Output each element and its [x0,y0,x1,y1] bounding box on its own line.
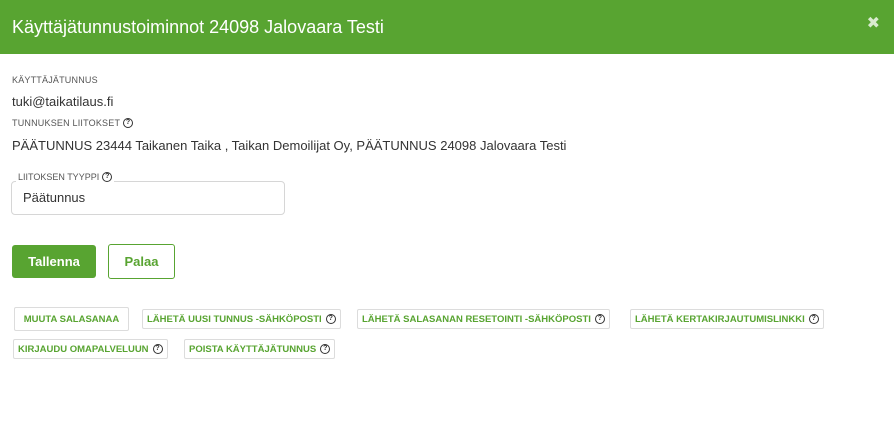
username-label: KÄYTTÄJÄTUNNUS [12,75,98,85]
help-icon[interactable]: ? [808,314,819,324]
delete-account-label: POISTA KÄYTTÄJÄTUNNUS [189,343,317,355]
close-icon[interactable]: ✖ [867,14,880,34]
help-icon[interactable]: ? [152,344,163,354]
link-type-label-text: LIITOKSEN TYYPPI [18,172,100,182]
delete-account-button[interactable]: POISTA KÄYTTÄJÄTUNNUS ? [184,339,336,359]
help-icon[interactable]: ? [123,118,134,128]
links-value: PÄÄTUNNUS 23444 Taikanen Taika , Taikan … [12,138,567,153]
help-icon[interactable]: ? [325,314,336,324]
help-icon[interactable]: ? [102,172,113,182]
username-value: tuki@taikatilaus.fi [12,94,114,109]
login-self-service-button[interactable]: KIRJAUDU OMAPALVELUUN ? [13,339,168,359]
login-self-service-label: KIRJAUDU OMAPALVELUUN [18,343,149,355]
links-label: TUNNUKSEN LIITOKSET ? [12,118,134,128]
send-new-account-email-button[interactable]: LÄHETÄ UUSI TUNNUS -SÄHKÖPOSTI ? [142,309,341,329]
links-label-text: TUNNUKSEN LIITOKSET [12,118,121,128]
change-password-label: MUUTA SALASANAA [23,313,120,325]
send-password-reset-email-label: LÄHETÄ SALASANAN RESETOINTI -SÄHKÖPOSTI [362,313,591,325]
help-icon[interactable]: ? [320,344,331,354]
help-icon[interactable]: ? [594,314,605,324]
send-password-reset-email-button[interactable]: LÄHETÄ SALASANAN RESETOINTI -SÄHKÖPOSTI … [357,309,610,329]
send-new-account-email-label: LÄHETÄ UUSI TUNNUS -SÄHKÖPOSTI [147,313,322,325]
save-button[interactable]: Tallenna [12,245,96,278]
send-one-time-login-button[interactable]: LÄHETÄ KERTAKIRJAUTUMISLINKKI ? [630,309,824,329]
link-type-label: LIITOKSEN TYYPPI ? [16,172,115,182]
dialog-title: Käyttäjätunnustoiminnot 24098 Jalovaara … [12,16,384,37]
change-password-button[interactable]: MUUTA SALASANAA [14,307,129,331]
send-one-time-login-label: LÄHETÄ KERTAKIRJAUTUMISLINKKI [635,313,805,325]
link-type-selected-value: Päätunnus [23,190,86,205]
back-button[interactable]: Palaa [108,244,175,279]
dialog-header: Käyttäjätunnustoiminnot 24098 Jalovaara … [0,0,894,54]
link-type-select[interactable]: Päätunnus [11,181,285,215]
username-label-text: KÄYTTÄJÄTUNNUS [12,75,98,85]
